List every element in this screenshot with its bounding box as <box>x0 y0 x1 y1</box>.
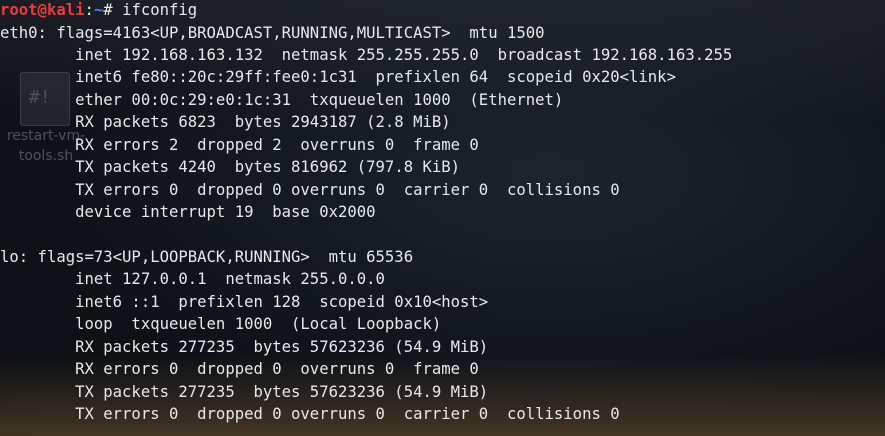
output-line: inet 192.168.163.132 netmask 255.255.255… <box>0 45 733 64</box>
terminal-window[interactable]: root@kali:~# ifconfig eth0: flags=4163<U… <box>0 0 885 436</box>
output-line: TX errors 0 dropped 0 overruns 0 carrier… <box>0 180 620 199</box>
output-line: lo: flags=73<UP,LOOPBACK,RUNNING> mtu 65… <box>0 248 414 266</box>
output-line: RX errors 0 dropped 0 overruns 0 frame 0 <box>0 360 479 379</box>
typed-command: ifconfig <box>122 1 198 19</box>
output-line: ether 00:0c:29:e0:1c:31 txqueuelen 1000 … <box>0 90 564 109</box>
prompt-user-host: root@kali <box>0 1 85 19</box>
output-line: RX errors 2 dropped 2 overruns 0 frame 0 <box>0 135 479 154</box>
output-line: eth0: flags=4163<UP,BROADCAST,RUNNING,MU… <box>0 23 545 42</box>
prompt-path: ~ <box>93 1 104 19</box>
prompt-separator: : <box>84 1 94 19</box>
prompt-hash: # <box>103 1 113 19</box>
output-line: RX packets 277235 bytes 57623236 (54.9 M… <box>0 337 489 356</box>
output-line: TX errors 0 dropped 0 overruns 0 carrier… <box>0 405 620 424</box>
output-line: inet6 fe80::20c:29ff:fee0:1c31 prefixlen… <box>0 68 676 87</box>
output-line: TX packets 277235 bytes 57623236 (54.9 M… <box>0 382 489 401</box>
output-line: inet 127.0.0.1 netmask 255.0.0.0 <box>0 270 385 289</box>
output-line: inet6 ::1 prefixlen 128 scopeid 0x10<hos… <box>0 292 489 311</box>
output-line: TX packets 4240 bytes 816962 (797.8 KiB) <box>0 158 461 177</box>
prompt-line: root@kali:~# ifconfig <box>0 0 197 22</box>
output-line: device interrupt 19 base 0x2000 <box>0 203 376 222</box>
output-line: loop txqueuelen 1000 (Local Loopback) <box>0 315 442 334</box>
output-line: RX packets 6823 bytes 2943187 (2.8 MiB) <box>0 113 451 132</box>
